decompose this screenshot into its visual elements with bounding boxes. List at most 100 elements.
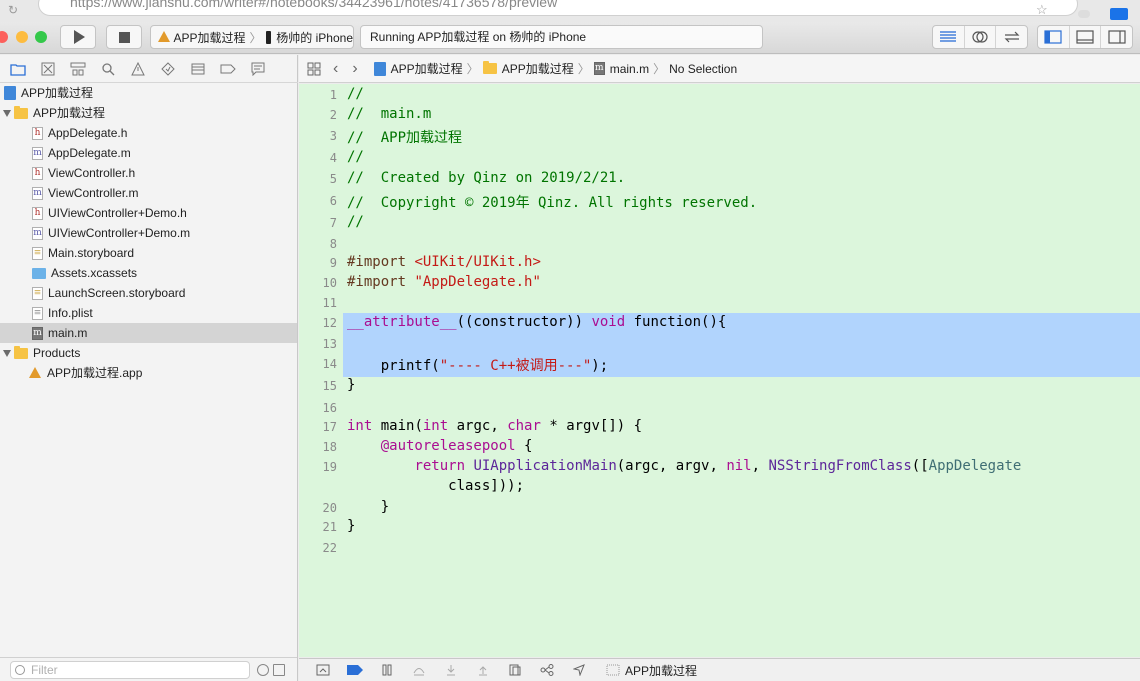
recent-files-icon[interactable] (257, 664, 269, 676)
navigator-filter-input[interactable]: Filter (10, 661, 250, 679)
tree-file-row[interactable]: h ViewController.h (0, 163, 297, 183)
tree-product-row[interactable]: APP加载过程.app (0, 363, 297, 383)
code-line[interactable]: // (347, 214, 1140, 230)
tree-file-row[interactable]: m UIViewController+Demo.m (0, 223, 297, 243)
breakpoints-toggle-icon[interactable] (347, 663, 363, 677)
stop-button[interactable] (106, 25, 142, 49)
close-window-button[interactable] (0, 31, 8, 43)
folder-icon (14, 345, 28, 359)
find-navigator-tab-icon[interactable] (100, 61, 116, 77)
tree-products-row[interactable]: Products (0, 343, 297, 363)
source-control-tab-icon[interactable] (40, 61, 56, 77)
m-file-icon: m (32, 226, 43, 240)
code-line[interactable]: // (347, 86, 1140, 102)
filter-placeholder: Filter (31, 663, 58, 677)
breadcrumb-project[interactable]: APP加载过程 (373, 60, 463, 77)
test-navigator-tab-icon[interactable] (160, 61, 176, 77)
tree-project-row[interactable]: APP加载过程 (0, 83, 297, 103)
source-editor[interactable]: 1 2 3 4 5 6 7 8 9 10 11 12 13 14 15 16 17 18 19 20 21 22 ////… (299, 84, 1140, 657)
symbol-navigator-tab-icon[interactable] (70, 61, 86, 77)
memory-graph-icon[interactable] (539, 663, 555, 677)
disclosure-triangle-icon[interactable] (3, 110, 11, 117)
code-line[interactable]: } (347, 499, 1140, 515)
tree-file-row[interactable]: m AppDelegate.m (0, 143, 297, 163)
tree-group-row[interactable]: APP加载过程 (0, 103, 297, 123)
play-icon (74, 30, 85, 44)
h-file-icon: h (32, 166, 43, 180)
minimize-window-button[interactable] (16, 31, 28, 43)
scheme-target-label[interactable]: APP加载过程 (174, 29, 246, 46)
toggle-navigator-button[interactable] (1038, 26, 1070, 48)
breakpoint-navigator-tab-icon[interactable] (220, 61, 236, 77)
pause-icon[interactable] (379, 663, 395, 677)
forward-arrow-icon[interactable]: › (352, 60, 357, 78)
back-arrow-icon[interactable]: ‹ (333, 60, 338, 78)
code-line[interactable]: } (347, 377, 1140, 393)
step-into-icon[interactable] (443, 663, 459, 677)
plist-icon: ≡ (32, 306, 43, 320)
product-name: APP加载过程.app (47, 366, 143, 380)
tree-file-row[interactable]: ≡ Main.storyboard (0, 243, 297, 263)
assistant-editor-icon (972, 31, 988, 43)
code-line[interactable]: #import "AppDelegate.h" (347, 274, 1140, 290)
extension-icon[interactable] (1078, 10, 1090, 18)
profile-icon[interactable] (1110, 8, 1128, 20)
report-navigator-tab-icon[interactable] (250, 61, 266, 77)
m-file-icon: m (32, 326, 43, 340)
run-button[interactable] (60, 25, 96, 49)
breadcrumb-group[interactable]: APP加载过程 (482, 60, 574, 77)
tree-file-row[interactable]: h AppDelegate.h (0, 123, 297, 143)
m-file-icon: m (593, 62, 605, 75)
scheme-selector[interactable]: APP加载过程 〉 杨帅的 iPhone (150, 25, 354, 49)
version-editor-button[interactable] (996, 26, 1027, 48)
simulate-location-icon[interactable] (571, 663, 587, 677)
line-number: 7 (329, 216, 337, 230)
step-out-icon[interactable] (475, 663, 491, 677)
code-line[interactable]: __attribute__((constructor)) void functi… (347, 314, 1140, 330)
code-line[interactable]: class])); (347, 478, 1140, 494)
reload-icon[interactable]: ↻ (8, 3, 18, 17)
related-items-icon[interactable] (307, 62, 321, 76)
tree-file-row[interactable]: h UIViewController+Demo.h (0, 203, 297, 223)
disclosure-triangle-icon[interactable] (3, 350, 11, 357)
project-navigator: APP加载过程 APP加载过程 h AppDelegate.h m AppDel… (0, 55, 298, 681)
tree-file-row[interactable]: ≡ LaunchScreen.storyboard (0, 283, 297, 303)
zoom-window-button[interactable] (35, 31, 47, 43)
file-name: AppDelegate.h (48, 126, 128, 140)
file-name: LaunchScreen.storyboard (48, 286, 186, 300)
debug-navigator-tab-icon[interactable] (190, 61, 206, 77)
standard-editor-button[interactable] (933, 26, 965, 48)
line-number: 9 (329, 256, 337, 270)
tree-file-row[interactable]: ≡ Info.plist (0, 303, 297, 323)
code-line[interactable]: // Copyright © 2019年 Qinz. All rights re… (347, 192, 1140, 212)
code-line[interactable]: // Created by Qinz on 2019/2/21. (347, 170, 1140, 186)
issue-navigator-tab-icon[interactable] (130, 61, 146, 77)
code-line[interactable]: int main(int argc, char * argv[]) { (347, 418, 1140, 434)
code-line[interactable]: printf("---- C++被调用---"); (347, 355, 1140, 375)
toggle-inspector-button[interactable] (1101, 26, 1132, 48)
bookmark-star-icon[interactable]: ☆ (1036, 2, 1048, 18)
code-line[interactable]: // (347, 149, 1140, 165)
step-over-icon[interactable] (411, 663, 427, 677)
assistant-editor-button[interactable] (965, 26, 997, 48)
toggle-debug-area-button[interactable] (1070, 26, 1102, 48)
code-line[interactable]: // main.m (347, 106, 1140, 122)
debug-view-hierarchy-icon[interactable] (507, 663, 523, 677)
source-control-filter-icon[interactable] (273, 664, 285, 676)
code-line[interactable]: @autoreleasepool { (347, 438, 1140, 454)
breadcrumb-label: APP加载过程 (501, 62, 574, 76)
code-line[interactable]: return UIApplicationMain(argc, argv, nil… (347, 458, 1140, 474)
tree-file-row[interactable]: m ViewController.m (0, 183, 297, 203)
code-line[interactable]: // APP加载过程 (347, 127, 1140, 147)
tree-file-row[interactable]: Assets.xcassets (0, 263, 297, 283)
scheme-device-label[interactable]: 杨帅的 iPhone (276, 29, 353, 46)
tree-file-row-selected[interactable]: m main.m (0, 323, 297, 343)
code-line[interactable]: } (347, 518, 1140, 534)
hide-debug-area-icon[interactable] (315, 663, 331, 677)
browser-url-text[interactable]: https://www.jianshu.com/writer#/notebook… (70, 0, 557, 10)
breadcrumb-file[interactable]: m main.m (593, 62, 649, 76)
app-product-icon (28, 367, 42, 379)
code-line[interactable]: #import <UIKit/UIKit.h> (347, 254, 1140, 270)
project-navigator-tab-icon[interactable] (10, 61, 26, 77)
breadcrumb-symbol[interactable]: No Selection (669, 62, 737, 76)
